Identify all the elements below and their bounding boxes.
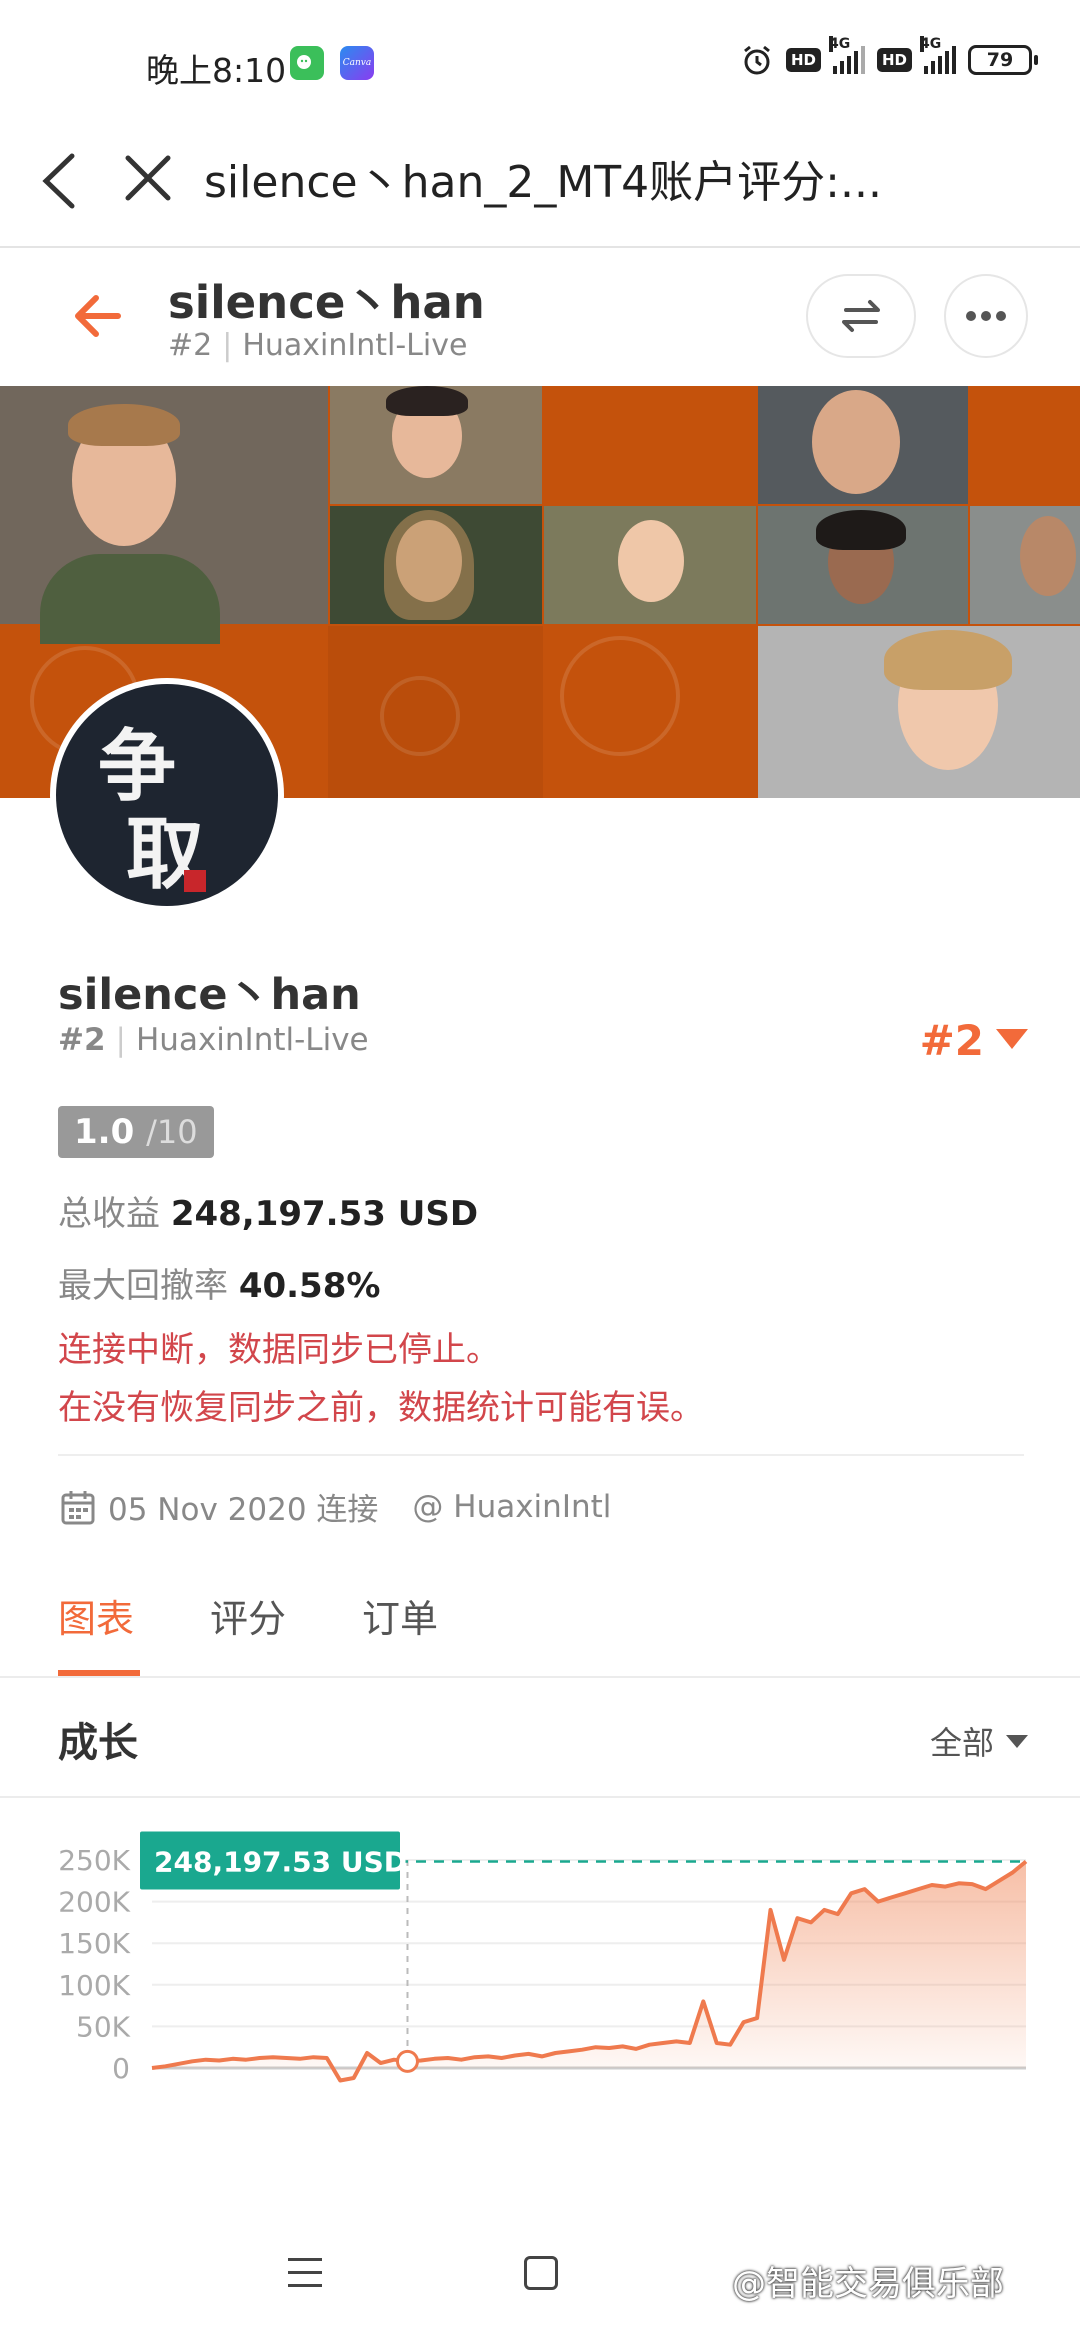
alarm-icon — [744, 45, 770, 75]
y-tick-label: 200K — [58, 1886, 130, 1919]
y-tick-label: 100K — [58, 1969, 130, 2002]
back-icon[interactable] — [36, 148, 88, 214]
warning-text: 连接中断，数据同步已停止。 — [58, 1330, 500, 1370]
y-tick-label: 150K — [58, 1927, 130, 1960]
connection-info: 05 Nov 2020 连接 @ HuaxinIntl — [58, 1484, 611, 1529]
system-nav-bar: @智能交易俱乐部 — [0, 2210, 1080, 2340]
banner-photo — [970, 506, 1080, 624]
swap-icon — [842, 300, 880, 332]
separator: | — [115, 1022, 126, 1058]
battery-icon: 79 — [968, 45, 1038, 75]
tab-bar: 图表 评分 订单 — [0, 1572, 1080, 1678]
status-time: 晚上8:10 — [146, 51, 287, 90]
compare-button[interactable] — [806, 274, 916, 358]
banner-photo — [758, 626, 1080, 798]
watermark: @智能交易俱乐部 — [732, 2264, 1004, 2304]
header-server: HuaxinIntl-Live — [242, 328, 468, 363]
page-header: silence丶han #2 | HuaxinIntl-Live — [0, 250, 1080, 386]
menu-icon[interactable] — [288, 2258, 322, 2290]
growth-title: 成长 — [58, 1720, 138, 1766]
range-dropdown[interactable]: 全部 — [930, 1718, 1028, 1764]
header-rank: #2 — [168, 328, 213, 363]
y-tick-label: 250K — [58, 1844, 130, 1877]
webview-title-bar: silence丶han_2_MT4账户评分:... — [0, 120, 1080, 248]
account-rank: #2 — [58, 1022, 106, 1058]
signal-icon: 4G — [920, 36, 956, 74]
signal-icon: 4G — [828, 36, 865, 74]
hd-badge: HD — [876, 48, 912, 72]
connected-date: 05 Nov 2020 连接 — [108, 1492, 379, 1528]
max-drawdown: 最大回撤率 40.58% — [58, 1266, 381, 1306]
banner-photo — [758, 386, 968, 504]
header-account-name: silence丶han — [168, 276, 485, 329]
home-icon[interactable] — [524, 2256, 558, 2290]
canva-app-icon: Canva — [340, 46, 374, 80]
calendar-icon — [61, 1490, 95, 1524]
wechat-app-icon — [290, 46, 324, 80]
growth-header: 成长 全部 — [0, 1678, 1080, 1798]
banner-photo — [758, 506, 968, 624]
separator: | — [222, 328, 233, 363]
tab-orders[interactable]: 订单 — [362, 1588, 438, 1643]
arrow-left-icon[interactable] — [68, 286, 128, 346]
more-dots-icon — [966, 311, 1006, 321]
score-badge: 1.0 /10 — [58, 1106, 214, 1158]
triangle-down-icon — [996, 1029, 1028, 1049]
account-meta: #2 | HuaxinIntl-Live — [58, 1022, 369, 1058]
crosshair-point — [395, 2049, 419, 2073]
max-drawdown-value: 40.58% — [238, 1266, 381, 1306]
banner-photo — [0, 386, 328, 644]
avatar: 争 取 — [50, 678, 284, 912]
status-bar: 晚上8:10 Canva HD 4G HD 4G 79 — [0, 0, 1080, 120]
tab-chart[interactable]: 图表 — [58, 1588, 134, 1643]
tab-rating[interactable]: 评分 — [210, 1588, 286, 1643]
growth-chart-svg: 250K 200K 150K 100K 50K 0 248,197.53 USD — [58, 1831, 1028, 2085]
caret-down-icon — [1006, 1735, 1028, 1748]
y-tick-label: 0 — [112, 2052, 130, 2085]
tab-indicator — [58, 1670, 140, 1676]
divider — [58, 1454, 1024, 1456]
current-value-tag: 248,197.53 USD — [140, 1831, 407, 1890]
warning-text: 在没有恢复同步之前，数据统计可能有误。 — [58, 1388, 704, 1428]
rank-badge[interactable]: #2 — [920, 1016, 1028, 1065]
broker-link[interactable]: @ HuaxinIntl — [412, 1489, 611, 1525]
banner-photo — [544, 506, 756, 624]
account-name: silence丶han — [58, 970, 361, 1020]
account-server: HuaxinIntl-Live — [136, 1022, 369, 1058]
more-button[interactable] — [944, 274, 1028, 358]
total-profit-value: 248,197.53 USD — [170, 1194, 479, 1234]
webview-title: silence丶han_2_MT4账户评分:... — [204, 157, 882, 208]
close-icon[interactable] — [120, 150, 176, 206]
hd-badge: HD — [785, 48, 821, 72]
status-icons: HD 4G HD 4G 79 — [740, 36, 1038, 80]
seal-stamp — [184, 870, 206, 892]
current-value-label: 248,197.53 USD — [154, 1845, 407, 1878]
y-tick-label: 50K — [76, 2010, 131, 2043]
banner-photo — [330, 506, 542, 624]
total-profit: 总收益 248,197.53 USD — [58, 1194, 479, 1234]
growth-chart[interactable]: 250K 200K 150K 100K 50K 0 248,197.53 USD — [0, 1800, 1080, 2210]
header-account-meta: #2 | HuaxinIntl-Live — [168, 328, 467, 363]
banner-photo — [330, 386, 542, 504]
